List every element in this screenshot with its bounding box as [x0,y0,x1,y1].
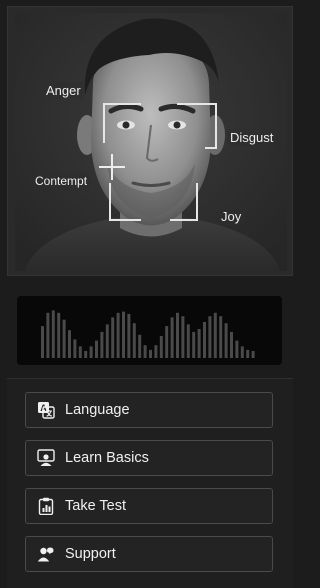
face-photo: Anger Disgust Contempt Joy [15,13,287,271]
learn-icon [36,448,56,468]
detection-bracket [109,183,141,221]
take-test-button-label: Take Test [65,498,126,514]
waveform-bar [138,334,142,358]
waveform-bar [105,324,109,358]
waveform-bar [127,313,131,358]
emotion-label-contempt: Contempt [32,173,91,190]
waveform-bar [149,349,152,358]
waveform-bar [192,331,196,358]
emotion-label-joy: Joy [218,208,245,225]
waveform-bar [235,340,239,358]
waveform-bar [78,346,82,358]
audio-waveform-panel [17,296,282,365]
waveform-bar [186,324,190,358]
waveform-bar [159,336,163,358]
waveform-bar [116,312,120,358]
waveform-bar [208,316,212,358]
waveform-bar [165,326,169,358]
waveform-bar [203,322,206,358]
learn-basics-button[interactable]: Learn Basics [25,440,273,476]
detection-bracket [103,103,141,115]
language-button-label: Language [65,402,130,418]
emotion-label-anger: Anger [43,82,84,99]
face-analysis-panel: Anger Disgust Contempt Joy [7,6,293,276]
crosshair-icon [111,154,113,180]
audio-waveform [41,310,255,358]
detection-bracket [170,183,198,221]
support-button[interactable]: Support [25,536,273,572]
waveform-bar [176,312,179,358]
learn-basics-button-label: Learn Basics [65,450,149,466]
waveform-bar [143,345,147,358]
take-test-button[interactable]: Take Test [25,488,273,524]
support-icon [36,544,56,564]
waveform-bar [170,317,174,358]
menu-panel: A Language Learn Basics Take Test Suppor… [7,378,293,588]
waveform-bar [111,317,115,358]
detection-bracket [205,103,217,149]
waveform-bar [251,351,255,358]
waveform-bar [46,312,50,358]
clipboard-chart-icon [36,496,56,516]
waveform-bar [224,323,228,358]
waveform-bar [57,312,61,358]
waveform-bar [154,345,158,358]
support-button-label: Support [65,546,116,562]
waveform-bar [246,349,250,358]
waveform-bar [181,316,185,358]
waveform-bar [95,340,98,358]
waveform-bar [73,339,77,358]
waveform-bar [240,346,244,358]
emotion-label-disgust: Disgust [227,129,277,146]
waveform-bar [197,329,201,358]
waveform-bar [41,326,44,358]
waveform-bar [132,323,136,358]
waveform-bar [100,331,104,358]
waveform-bar [219,316,223,358]
waveform-bar [84,351,88,358]
waveform-bar [213,312,217,358]
waveform-bar [62,319,66,358]
waveform-bar [68,330,71,358]
waveform-bar [51,310,55,358]
language-button[interactable]: A Language [25,392,273,428]
waveform-bar [89,346,93,358]
language-icon: A [36,400,56,420]
waveform-bar [230,331,233,358]
waveform-bar [122,311,125,358]
